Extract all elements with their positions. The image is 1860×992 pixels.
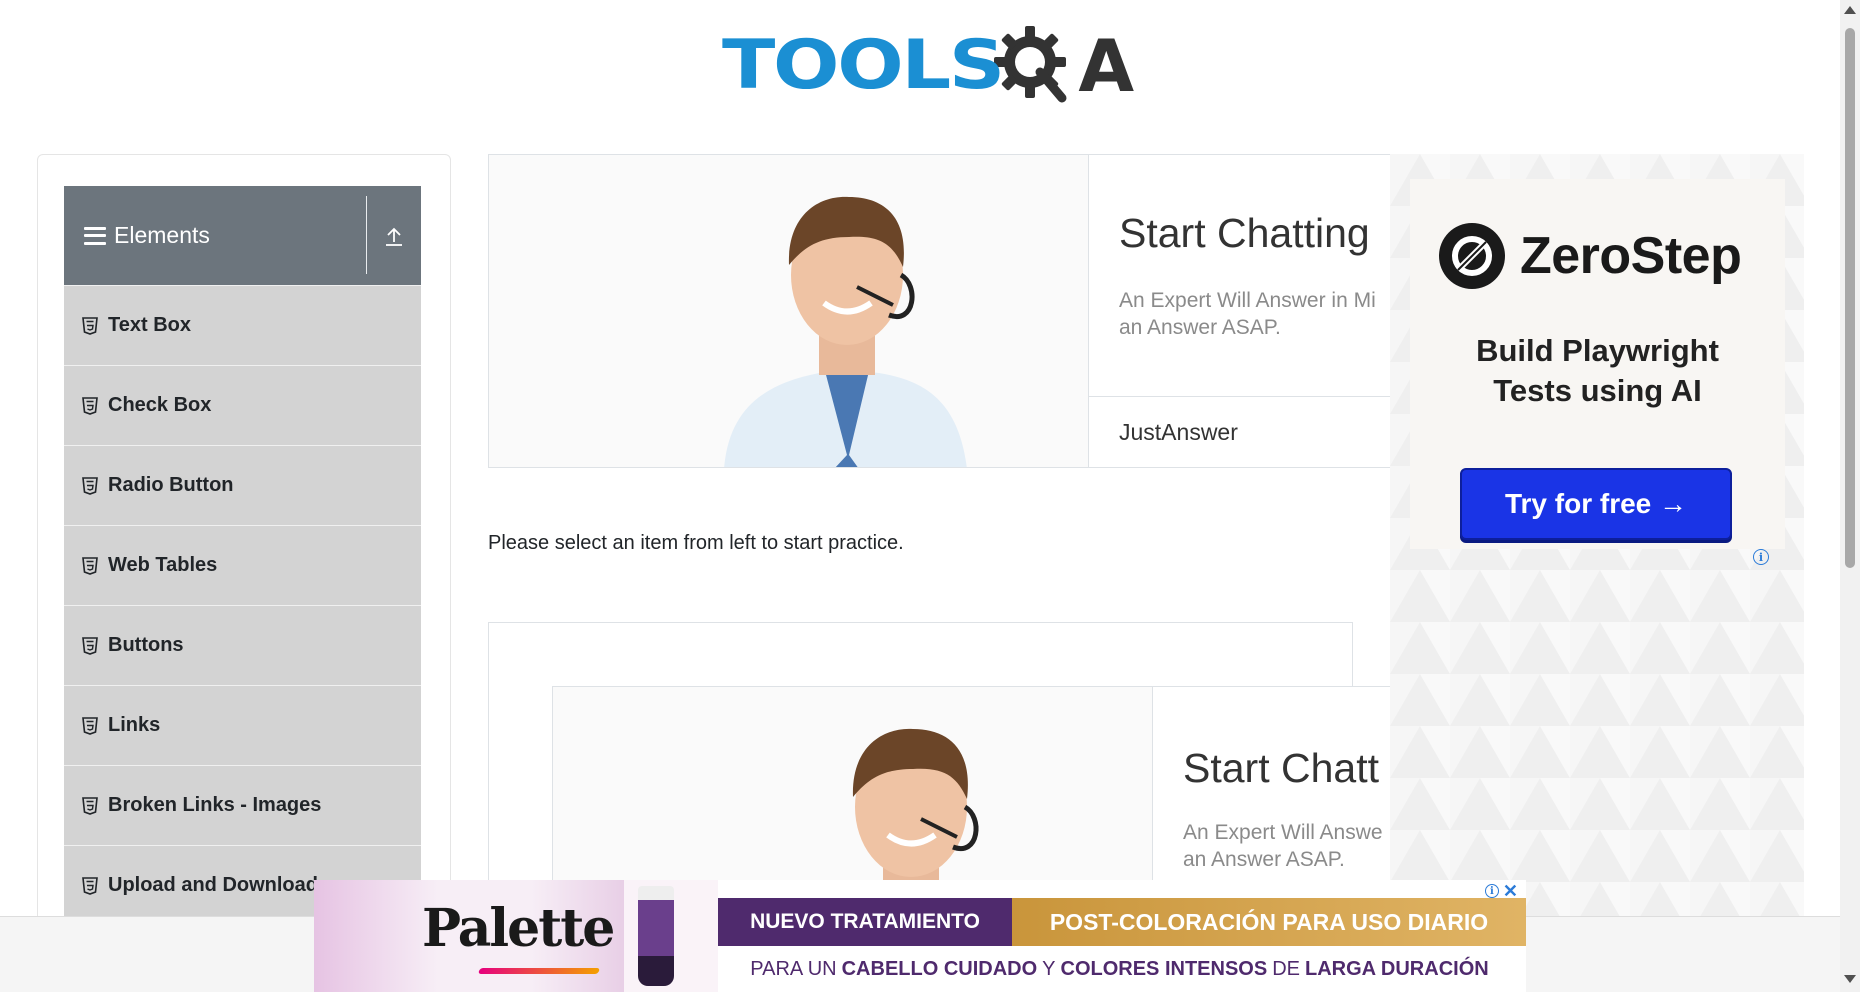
site-logo[interactable]: TOOLS A bbox=[722, 20, 1134, 112]
palette-swoosh bbox=[477, 968, 601, 974]
ad-brand: JustAnswer bbox=[1119, 419, 1238, 445]
line-part: COLORES INTENSOS bbox=[1060, 957, 1268, 980]
group-title: Elements bbox=[114, 222, 210, 248]
sidebar-item-links[interactable]: Links bbox=[64, 685, 421, 765]
sidebar-item-label: Upload and Download bbox=[108, 874, 318, 896]
close-icon[interactable]: ✕ bbox=[1503, 882, 1518, 900]
sidebar-item-label: Buttons bbox=[108, 634, 184, 656]
banner-badge-left: NUEVO TRATAMIENTO bbox=[718, 898, 1012, 946]
ad-heading: Start Chatt bbox=[1183, 745, 1379, 791]
sidebar-item-label: Text Box bbox=[108, 314, 191, 336]
scroll-thumb[interactable] bbox=[1845, 28, 1855, 568]
zerostep-logo-icon bbox=[1439, 223, 1505, 289]
ad-photo bbox=[489, 155, 1089, 467]
line-part: LARGA DURACIÓN bbox=[1305, 957, 1489, 980]
ad-description-line2: an Answer ASAP. bbox=[1119, 316, 1281, 339]
sidebar-item-radio-button[interactable]: Radio Button bbox=[64, 445, 421, 525]
logo-suffix: A bbox=[1078, 24, 1135, 108]
zerostep-promo[interactable]: ZeroStep Build Playwright Tests using AI… bbox=[1410, 179, 1785, 549]
line-part: Y bbox=[1042, 957, 1056, 980]
banner-bottom-line: PARA UN CABELLO CUIDADO Y COLORES INTENS… bbox=[718, 946, 1526, 992]
line-part: PARA UN bbox=[750, 957, 837, 980]
ad-separator bbox=[1089, 396, 1392, 397]
sidebar-item-label: Radio Button bbox=[108, 474, 234, 496]
side-ad[interactable]: ZeroStep Build Playwright Tests using AI… bbox=[1390, 154, 1804, 992]
practice-instruction: Please select an item from left to start… bbox=[488, 532, 904, 554]
vertical-scrollbar[interactable] bbox=[1840, 0, 1860, 992]
hamburger-icon bbox=[84, 226, 106, 245]
ad-card-top[interactable]: Start Chatting An Expert Will Answer in … bbox=[488, 154, 1393, 468]
elements-menu: Text Box Check Box Radio Button Web Tabl… bbox=[64, 285, 421, 925]
sidebar-item-buttons[interactable]: Buttons bbox=[64, 605, 421, 685]
sidebar-item-broken-links[interactable]: Broken Links - Images bbox=[64, 765, 421, 845]
tagline-line1: Build Playwright bbox=[1476, 333, 1719, 368]
logo-text: TOOLS bbox=[722, 26, 1005, 105]
ad-controls: i ✕ bbox=[1484, 882, 1518, 900]
scroll-up-arrow-icon[interactable] bbox=[1844, 6, 1856, 14]
ad-description-line2: an Answer ASAP. bbox=[1183, 848, 1345, 871]
sidebar-item-label: Web Tables bbox=[108, 554, 218, 576]
ad-info-icon[interactable]: i bbox=[1753, 549, 1769, 565]
sidebar-item-label: Check Box bbox=[108, 394, 212, 416]
banner-badge-right: POST-COLORACIÓN PARA USO DIARIO bbox=[1012, 898, 1526, 946]
sidebar-item-check-box[interactable]: Check Box bbox=[64, 365, 421, 445]
html5-icon bbox=[82, 876, 98, 895]
elements-group-header[interactable]: Elements bbox=[64, 186, 421, 285]
palette-brand-panel: Palette bbox=[314, 880, 624, 992]
banner-top-row: NUEVO TRATAMIENTO POST-COLORACIÓN PARA U… bbox=[718, 898, 1526, 946]
html5-icon bbox=[82, 636, 98, 655]
palette-banner-ad[interactable]: Palette NUEVO TRATAMIENTO POST-COLORACIÓ… bbox=[314, 880, 1526, 992]
html5-icon bbox=[82, 476, 98, 495]
product-tube-image bbox=[638, 886, 674, 986]
collapse-button[interactable] bbox=[367, 186, 421, 285]
ad-description-line1: An Expert Will Answer in Mi bbox=[1119, 289, 1376, 312]
sidebar-item-label: Links bbox=[108, 714, 161, 736]
ad-heading: Start Chatting bbox=[1119, 210, 1370, 256]
try-for-free-button[interactable]: Try for free → bbox=[1460, 468, 1732, 540]
html5-icon bbox=[82, 796, 98, 815]
agent-photo bbox=[489, 155, 1088, 467]
html5-icon bbox=[82, 396, 98, 415]
sidebar-item-web-tables[interactable]: Web Tables bbox=[64, 525, 421, 605]
sidebar-item-label: Broken Links - Images bbox=[108, 794, 322, 816]
zerostep-name: ZeroStep bbox=[1520, 227, 1742, 285]
product-panel bbox=[624, 880, 718, 992]
html5-icon bbox=[82, 716, 98, 735]
line-part: DE bbox=[1272, 957, 1300, 980]
ad-info-icon[interactable]: i bbox=[1484, 884, 1499, 898]
page: TOOLS A Elements Text Box Check Box Radi… bbox=[0, 0, 1860, 992]
ad-description-line1: An Expert Will Answe bbox=[1183, 821, 1383, 844]
zerostep-tagline: Build Playwright Tests using AI bbox=[1410, 331, 1785, 411]
arrow-up-icon bbox=[386, 227, 402, 246]
tagline-line2: Tests using AI bbox=[1493, 373, 1702, 408]
line-part: CABELLO CUIDADO bbox=[841, 957, 1038, 980]
sidebar-item-text-box[interactable]: Text Box bbox=[64, 285, 421, 365]
scroll-down-arrow-icon[interactable] bbox=[1844, 975, 1856, 983]
html5-icon bbox=[82, 556, 98, 575]
zerostep-logo: ZeroStep bbox=[1438, 222, 1742, 290]
html5-icon bbox=[82, 316, 98, 335]
palette-logo: Palette bbox=[422, 898, 615, 959]
palette-message-panel: NUEVO TRATAMIENTO POST-COLORACIÓN PARA U… bbox=[718, 880, 1526, 992]
